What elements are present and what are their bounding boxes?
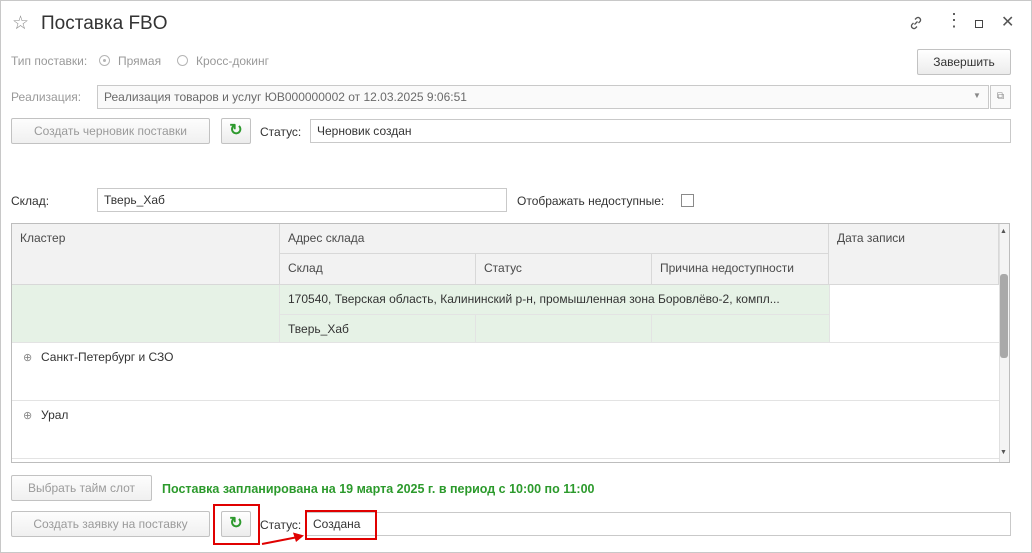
more-icon[interactable]: ⋮ — [945, 11, 963, 29]
warehouse-field[interactable]: Тверь_Хаб — [97, 188, 507, 212]
realization-label: Реализация: — [11, 90, 82, 104]
request-status-field[interactable]: Создана — [306, 512, 1011, 536]
show-unavailable-label: Отображать недоступные: — [517, 194, 665, 208]
draft-status-label: Статус: — [260, 125, 302, 139]
arrow-icon — [261, 532, 304, 545]
warehouse-label: Склад: — [11, 194, 50, 208]
refresh-request-icon[interactable]: ↻ — [221, 511, 251, 537]
link-icon[interactable] — [908, 15, 924, 36]
finish-button[interactable]: Завершить — [917, 49, 1011, 75]
open-icon[interactable]: ⧉ — [990, 85, 1011, 109]
col-status[interactable]: Статус — [476, 254, 652, 285]
warehouse-table: Кластер Адрес склада Дата записи Склад С… — [11, 223, 1010, 463]
create-draft-button[interactable]: Создать черновик поставки — [11, 118, 210, 144]
realization-field[interactable]: Реализация товаров и услуг ЮВ000000002 о… — [97, 85, 989, 109]
supply-type-label: Тип поставки: — [11, 54, 88, 68]
radio-direct-label[interactable]: Прямая — [118, 54, 161, 68]
radio-cross-docking[interactable] — [177, 55, 188, 66]
col-address[interactable]: Адрес склада — [280, 224, 829, 254]
divider — [12, 458, 999, 459]
choose-timeslot-button[interactable]: Выбрать тайм слот — [11, 475, 152, 501]
window-title: Поставка FBO — [41, 13, 168, 34]
radio-cross-docking-label[interactable]: Кросс-докинг — [196, 54, 269, 68]
star-icon[interactable]: ☆ — [12, 14, 29, 34]
selected-row-status[interactable] — [476, 315, 652, 342]
radio-direct[interactable] — [99, 55, 110, 66]
refresh-draft-icon[interactable]: ↻ — [221, 118, 251, 144]
scroll-up-icon[interactable]: ▲ — [1000, 228, 1007, 235]
scroll-down-icon[interactable]: ▼ — [1000, 449, 1007, 456]
selected-row-reason[interactable] — [652, 315, 829, 342]
col-reason[interactable]: Причина недоступности — [652, 254, 829, 285]
col-warehouse[interactable]: Склад — [280, 254, 476, 285]
highlight-box-status — [305, 510, 377, 540]
expand-icon[interactable]: ⊕ — [23, 351, 32, 364]
col-date[interactable]: Дата записи — [829, 224, 999, 285]
maximize-icon[interactable] — [975, 20, 983, 28]
expand-icon[interactable]: ⊕ — [23, 409, 32, 422]
group-row-spb[interactable]: Санкт-Петербург и СЗО — [33, 343, 333, 372]
selected-row-address[interactable]: 170540, Тверская область, Калининский р-… — [280, 285, 829, 314]
draft-status-field[interactable]: Черновик создан — [310, 119, 1011, 143]
selected-row-warehouse[interactable]: Тверь_Хаб — [280, 315, 476, 342]
scrollbar-thumb[interactable] — [1000, 274, 1008, 358]
close-icon[interactable]: ✕ — [1001, 14, 1014, 32]
timeslot-message: Поставка запланирована на 19 марта 2025 … — [162, 482, 595, 496]
selected-row-cluster[interactable] — [12, 285, 280, 342]
create-request-button[interactable]: Создать заявку на поставку — [11, 511, 210, 537]
dropdown-icon[interactable]: ▼ — [973, 91, 981, 100]
selected-row-date[interactable] — [829, 285, 999, 342]
show-unavailable-checkbox[interactable] — [681, 194, 694, 207]
group-row-ural[interactable]: Урал — [33, 401, 333, 430]
col-cluster[interactable]: Кластер — [12, 224, 280, 285]
